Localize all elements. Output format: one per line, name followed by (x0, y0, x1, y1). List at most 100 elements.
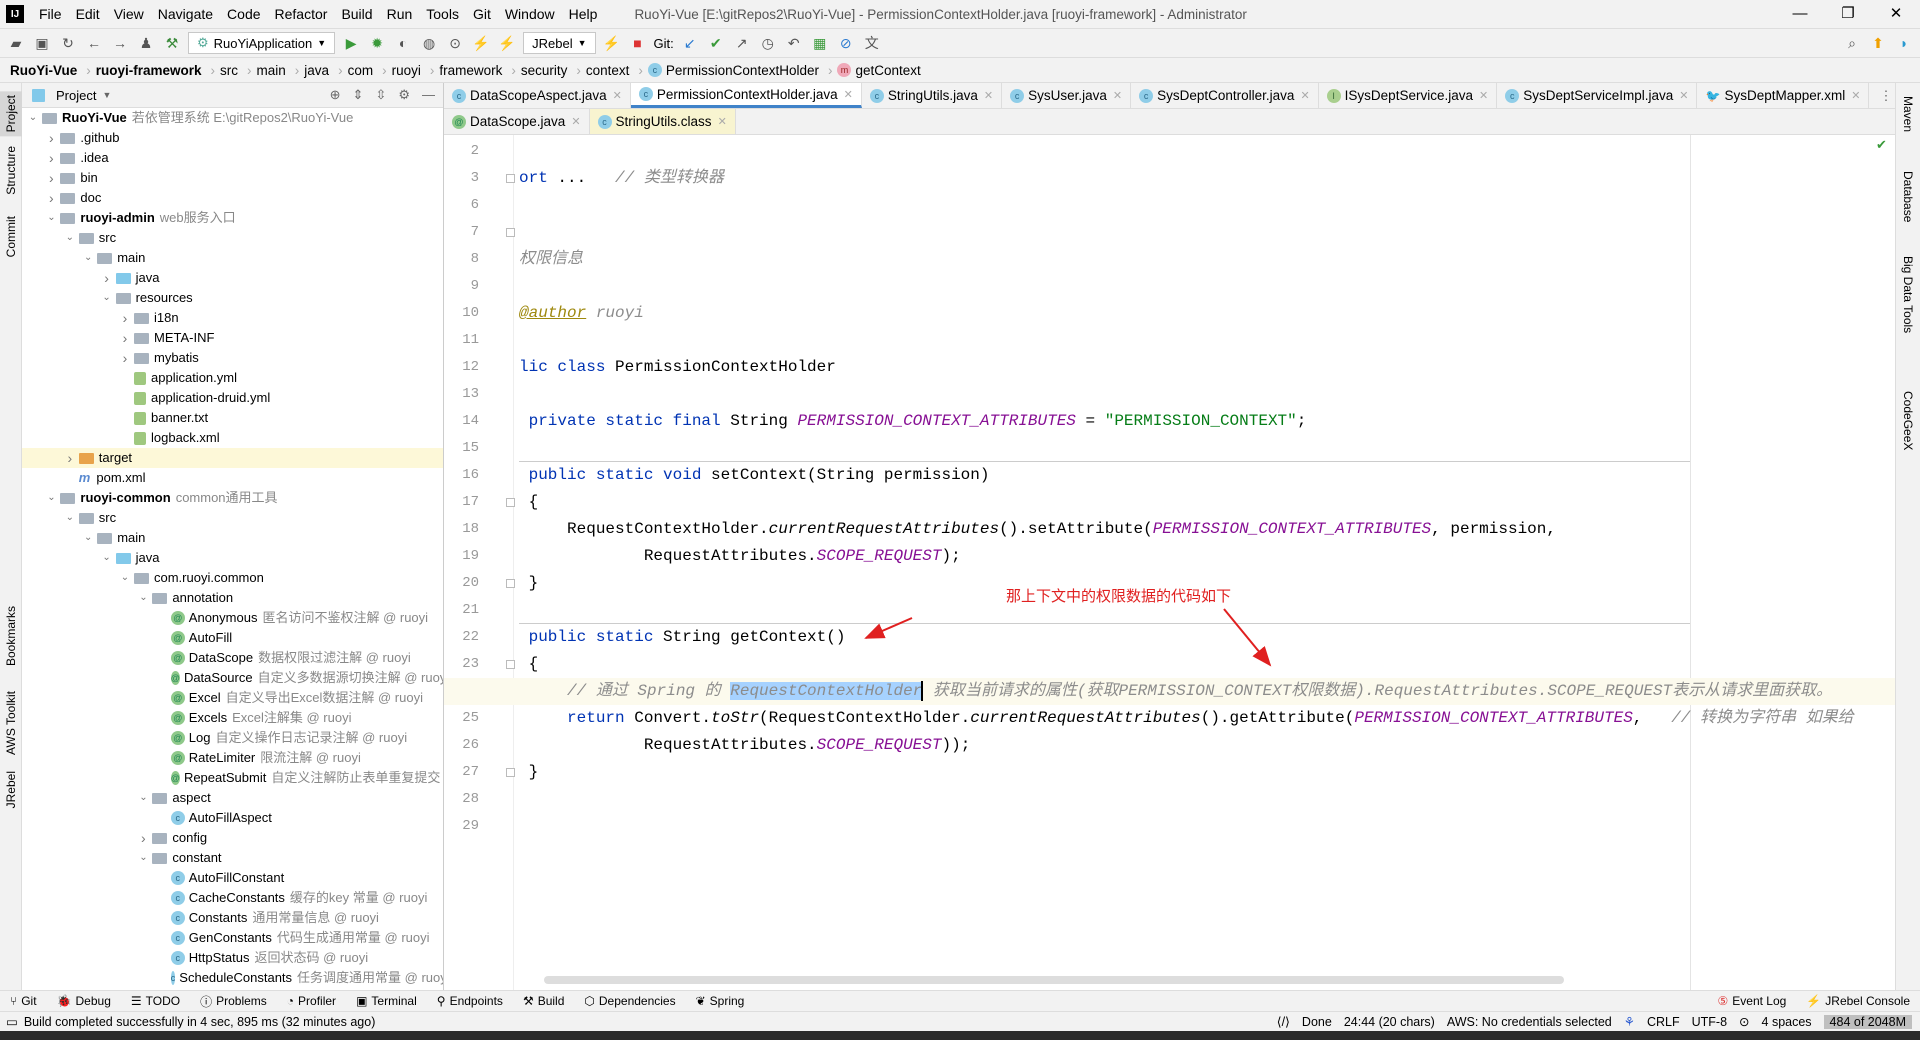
menu-edit[interactable]: Edit (69, 6, 107, 22)
run-config-select[interactable]: ⚙ RuoYiApplication ▼ (188, 32, 336, 54)
breadcrumb-item-java[interactable]: java (304, 63, 333, 78)
status-message[interactable]: Build completed successfully in 4 sec, 8… (24, 1015, 376, 1029)
tree-item-idea[interactable]: › .idea (22, 148, 443, 168)
chevron-right-icon[interactable]: › (42, 128, 60, 148)
breadcrumb-item-src[interactable]: src (220, 63, 242, 78)
tool-todo[interactable]: ☰ TODO (121, 994, 190, 1008)
gear-icon[interactable]: ⚙ (398, 87, 410, 103)
jrebel-run-icon[interactable]: ⚡ (471, 35, 491, 52)
chevron-down-icon[interactable]: ⌄ (134, 588, 152, 608)
tree-item-config[interactable]: › config (22, 828, 443, 848)
breadcrumb-item-context[interactable]: context (586, 63, 634, 78)
left-stripe-project[interactable]: Project (0, 91, 22, 137)
profiler-icon[interactable]: ◍ (419, 35, 439, 52)
tree-item-annotation[interactable]: ⌄ annotation (22, 588, 443, 608)
codegeex-status[interactable]: Done (1302, 1015, 1332, 1029)
tool-terminal[interactable]: ▣ Terminal (346, 994, 427, 1008)
tree-item-ruoyi-common[interactable]: ⌄ ruoyi-common common通用工具 (22, 488, 443, 508)
chevron-down-icon[interactable]: ⌄ (98, 288, 116, 308)
tool-dependencies[interactable]: ⬡ Dependencies (574, 994, 685, 1008)
breadcrumb-item-permissioncontextholder[interactable]: PermissionContextHolder (666, 63, 823, 78)
open-icon[interactable]: ▰ (6, 35, 26, 52)
chevron-right-icon[interactable]: › (116, 308, 134, 328)
file-encoding[interactable]: UTF-8 (1692, 1015, 1727, 1029)
left-stripe-bookmarks[interactable]: Bookmarks (4, 606, 18, 666)
chevron-down-icon[interactable]: ⌄ (42, 208, 60, 228)
locate-icon[interactable]: ⊕ (330, 87, 341, 103)
jrebel-debug-icon[interactable]: ⚡ (497, 35, 517, 52)
expand-all-icon[interactable]: ⇕ (353, 87, 364, 103)
tool-build[interactable]: ⚒ Build (513, 994, 574, 1008)
chevron-right-icon[interactable]: › (98, 268, 116, 288)
tree-item-genconstants[interactable]: c GenConstants 代码生成通用常量 @ ruoyi (22, 928, 443, 948)
tree-item-bin[interactable]: › bin (22, 168, 443, 188)
close-tab-icon[interactable]: ✕ (1479, 89, 1488, 102)
update-icon[interactable]: ⬆ (1868, 35, 1888, 52)
tab-sysdeptcontroller-java[interactable]: c SysDeptController.java ✕ (1131, 83, 1319, 108)
tab-stringutils-class[interactable]: c StringUtils.class ✕ (589, 109, 736, 134)
close-tab-icon[interactable]: ✕ (1679, 89, 1688, 102)
tree-item-banner-txt[interactable]: banner.txt (22, 408, 443, 428)
close-tab-icon[interactable]: ✕ (1851, 89, 1860, 102)
more-tabs-icon[interactable]: ⋮ (1869, 83, 1902, 108)
menu-run[interactable]: Run (380, 6, 420, 22)
back-icon[interactable]: ← (84, 35, 104, 51)
chevron-right-icon[interactable]: › (42, 188, 60, 208)
tree-item-src[interactable]: ⌄ src (22, 228, 443, 248)
tree-item-aspect[interactable]: ⌄ aspect (22, 788, 443, 808)
tool-profiler[interactable]: ◔ Profiler (277, 994, 346, 1008)
tree-item-cacheconstants[interactable]: c CacheConstants 缓存的key 常量 @ ruoyi (22, 888, 443, 908)
tree-item-ruoyi-vue[interactable]: ⌄ RuoYi-Vue 若依管理系统 E:\gitRepos2\RuoYi-Vue (22, 108, 443, 128)
no-entry-icon[interactable]: ⊘ (836, 35, 856, 52)
tree-item-application-druid-yml[interactable]: application-druid.yml (22, 388, 443, 408)
chevron-down-icon[interactable]: ⌄ (79, 248, 97, 268)
horizontal-scrollbar[interactable] (544, 976, 1564, 984)
tool-problems[interactable]: ⓘ Problems (190, 993, 277, 1010)
tree-item-ruoyi-admin[interactable]: ⌄ ruoyi-admin web服务入口 (22, 208, 443, 228)
sync-icon[interactable]: ↻ (58, 35, 78, 52)
chevron-right-icon[interactable]: › (42, 148, 60, 168)
tree-item-resources[interactable]: ⌄ resources (22, 288, 443, 308)
menu-window[interactable]: Window (498, 6, 562, 22)
tree-item-meta-inf[interactable]: › META-INF (22, 328, 443, 348)
tab-datascopeaspect-java[interactable]: c DataScopeAspect.java ✕ (444, 83, 631, 108)
codegeex-icon[interactable]: ◗ (1894, 35, 1914, 51)
chevron-down-icon[interactable]: ⌄ (79, 528, 97, 548)
breadcrumb-item-security[interactable]: security (521, 63, 572, 78)
chevron-right-icon[interactable]: › (134, 828, 152, 848)
tree-item-com-ruoyi-common[interactable]: ⌄ com.ruoyi.common (22, 568, 443, 588)
breadcrumb-item-ruoyi-vue[interactable]: RuoYi-Vue (10, 63, 81, 78)
chevron-right-icon[interactable]: › (42, 168, 60, 188)
tab-sysdeptmapper-xml[interactable]: 🐦 SysDeptMapper.xml ✕ (1697, 83, 1870, 108)
translate-icon[interactable]: 文 (862, 33, 882, 53)
tree-item-src[interactable]: ⌄ src (22, 508, 443, 528)
stop-icon[interactable]: ■ (628, 35, 648, 51)
tree-item-pom-xml[interactable]: m pom.xml (22, 468, 443, 488)
tree-item-datasource[interactable]: @ DataSource 自定义多数据源切换注解 @ ruoyi (22, 668, 443, 688)
breadcrumb-item-ruoyi-framework[interactable]: ruoyi-framework (96, 63, 206, 78)
chevron-down-icon[interactable]: ⌄ (24, 108, 42, 128)
close-tab-icon[interactable]: ✕ (984, 89, 993, 102)
minimize-button[interactable]: — (1776, 0, 1824, 28)
tool-spring[interactable]: ❦ Spring (686, 994, 755, 1008)
hide-icon[interactable]: — (422, 87, 435, 103)
tree-item-httpstatus[interactable]: c HttpStatus 返回状态码 @ ruoyi (22, 948, 443, 968)
tree-item-java[interactable]: › java (22, 268, 443, 288)
tree-item-constant[interactable]: ⌄ constant (22, 848, 443, 868)
jrebel-disabled-icon[interactable]: ⚡ (602, 35, 622, 52)
menu-tools[interactable]: Tools (419, 6, 466, 22)
close-tab-icon[interactable]: ✕ (1113, 89, 1122, 102)
left-stripe-commit[interactable]: Commit (4, 216, 18, 257)
menu-git[interactable]: Git (466, 6, 498, 22)
save-icon[interactable]: ▣ (32, 35, 52, 52)
tree-item-ratelimiter[interactable]: @ RateLimiter 限流注解 @ ruoyi (22, 748, 443, 768)
breadcrumb-item-main[interactable]: main (257, 63, 290, 78)
tree-item-autofillaspect[interactable]: c AutoFillAspect (22, 808, 443, 828)
status-panel-icon[interactable]: ▭ (0, 1014, 24, 1029)
menu-navigate[interactable]: Navigate (151, 6, 220, 22)
left-stripe-jrebel[interactable]: JRebel (4, 771, 18, 808)
tool-endpoints[interactable]: ⚲ Endpoints (427, 994, 513, 1008)
git-commit-icon[interactable]: ✔ (706, 35, 726, 52)
editorconfig-icon[interactable]: ⊙ (1739, 1014, 1749, 1029)
chevron-down-icon[interactable]: ⌄ (116, 568, 134, 588)
